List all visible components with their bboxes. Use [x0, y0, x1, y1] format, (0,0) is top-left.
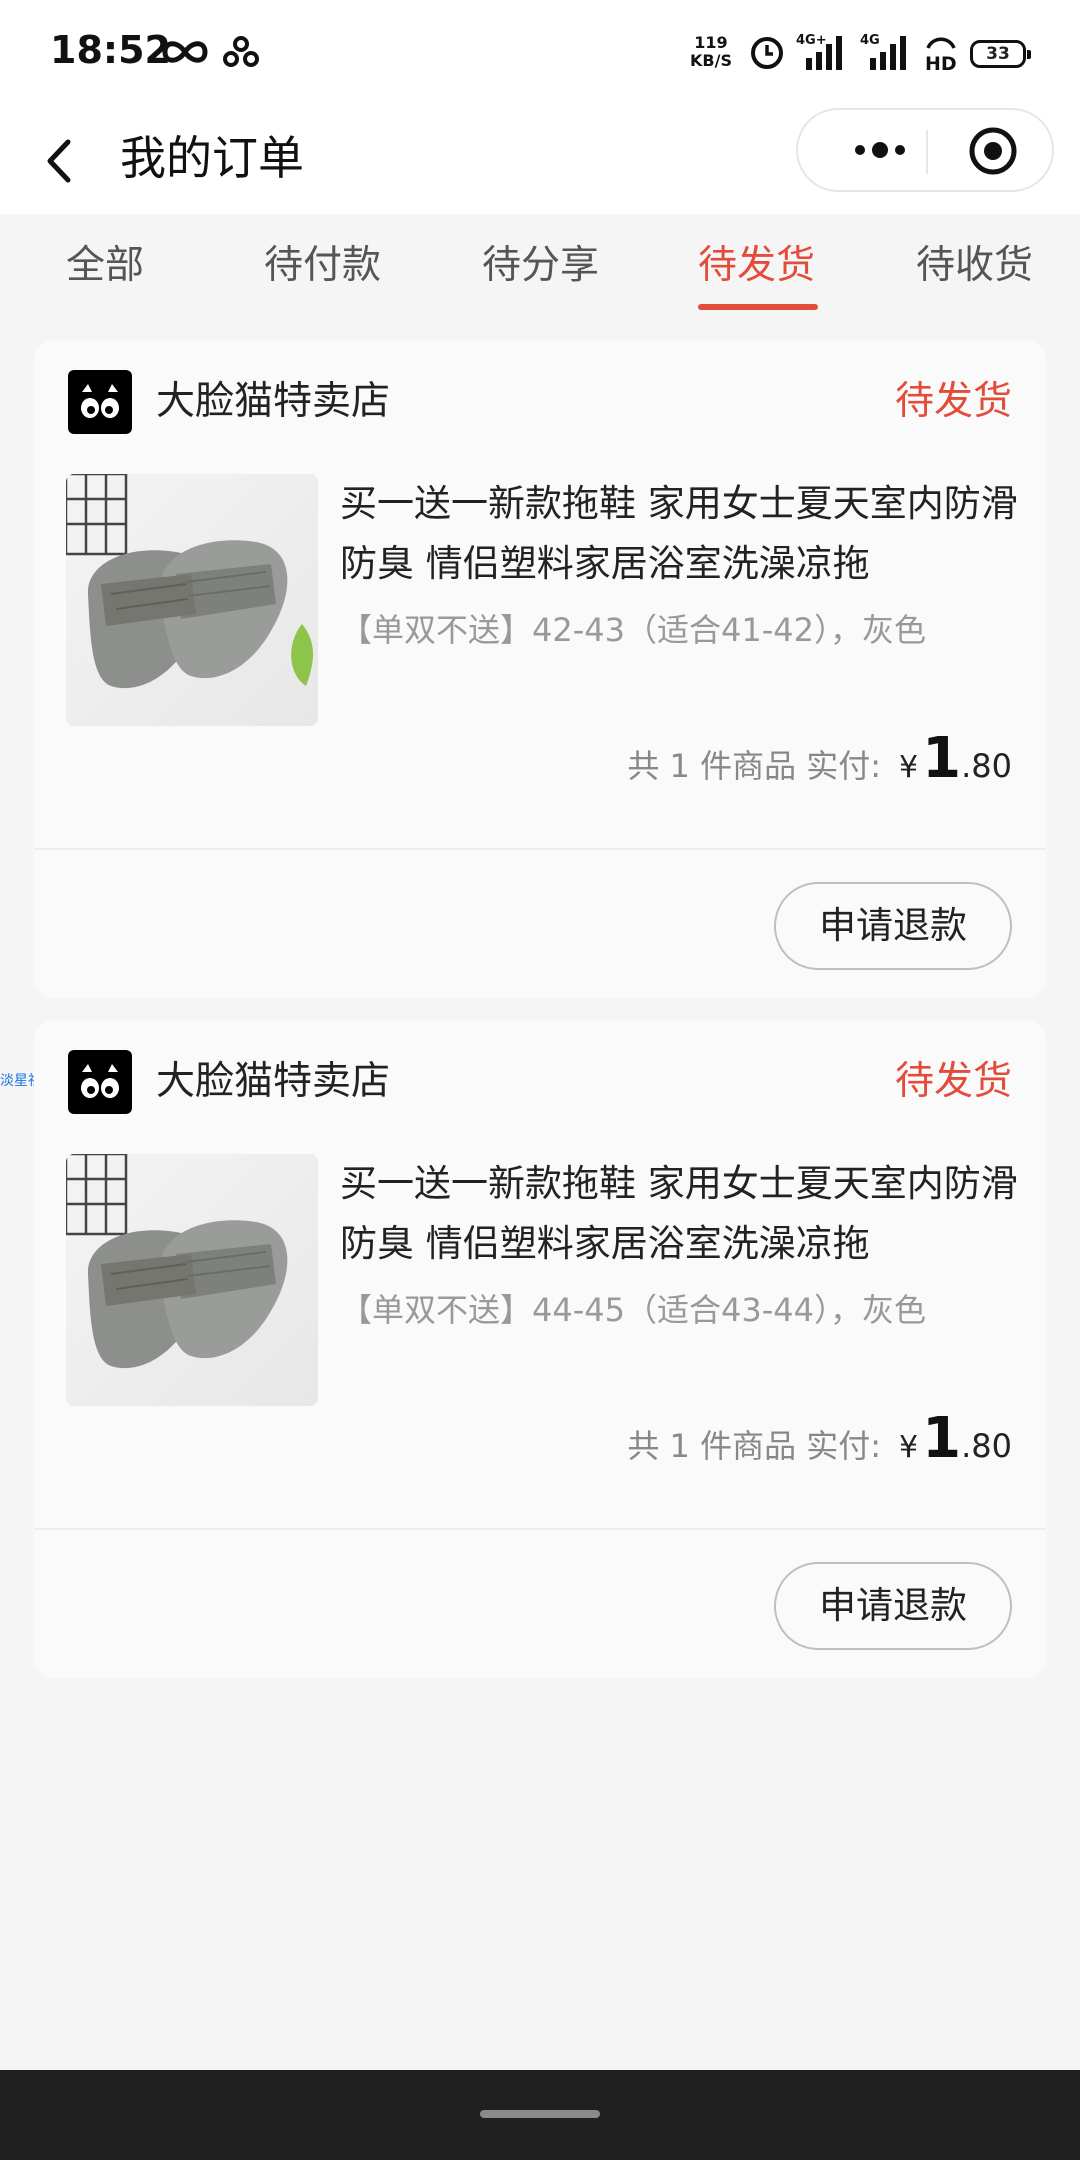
home-indicator[interactable]	[480, 2110, 600, 2118]
tab-pending-payment[interactable]: 待付款	[264, 240, 381, 292]
refund-button[interactable]: 申请退款	[774, 882, 1012, 970]
price-integer: 1	[922, 726, 962, 791]
more-button[interactable]	[838, 130, 918, 170]
infinity-icon	[160, 28, 210, 76]
status-time: 18:52	[50, 28, 171, 72]
item-count-text: 共 1 件商品 实付:	[627, 1427, 882, 1465]
link-icon	[222, 28, 260, 76]
currency-symbol: ¥	[899, 750, 919, 785]
tab-all[interactable]: 全部	[66, 240, 144, 292]
close-miniprogram-button[interactable]	[966, 124, 1020, 178]
tab-pending-share[interactable]: 待分享	[482, 240, 599, 292]
target-circle-icon	[969, 127, 1017, 175]
card-divider	[34, 1528, 1046, 1530]
price-decimal: .80	[961, 747, 1012, 785]
tab-pending-shipment[interactable]: 待发货	[698, 240, 815, 292]
nav-bar: 我的订单	[0, 108, 1080, 214]
system-nav-bar	[0, 2070, 1080, 2160]
signal-icon-2: 4G	[860, 28, 912, 76]
order-summary: 共 1 件商品 实付: ¥ 1 .80	[627, 1406, 1012, 1476]
currency-symbol: ¥	[899, 1430, 919, 1465]
more-dots-icon	[855, 142, 905, 158]
refund-button[interactable]: 申请退款	[774, 1562, 1012, 1650]
hd-icon: HD	[922, 28, 960, 76]
back-button[interactable]	[30, 126, 90, 196]
shop-logo	[68, 370, 132, 434]
capsule-menu	[796, 108, 1054, 192]
order-summary: 共 1 件商品 实付: ¥ 1 .80	[627, 726, 1012, 796]
product-spec: 【单双不送】42-43（适合41-42），灰色	[340, 611, 926, 649]
shop-name[interactable]: 大脸猫特卖店	[156, 1056, 390, 1108]
product-image[interactable]	[66, 1154, 318, 1406]
signal2-label: 4G	[860, 33, 880, 48]
shop-name[interactable]: 大脸猫特卖店	[156, 376, 390, 428]
signal-icon: 4G+	[796, 28, 848, 76]
order-card[interactable]: 大脸猫特卖店 待发货 买一送一新款拖鞋 家用女士夏天室内防滑防臭 情侣塑料家居浴…	[34, 1020, 1046, 1678]
price-decimal: .80	[961, 1427, 1012, 1465]
status-bar: 18:52 119 KB/S 4G+ 4G HD 33	[0, 0, 1080, 108]
order-card[interactable]: 大脸猫特卖店 待发货 买一送一新款拖鞋 家用女士夏天室内防滑防臭 情侣塑料家居浴…	[34, 340, 1046, 998]
order-status: 待发货	[894, 379, 1012, 424]
order-tabs: 全部 待付款 待分享 待发货 待收货	[0, 214, 1080, 324]
battery-icon: 33	[970, 40, 1031, 68]
tab-pending-receipt[interactable]: 待收货	[916, 240, 1033, 292]
card-divider	[34, 848, 1046, 850]
order-status: 待发货	[894, 1059, 1012, 1104]
item-count-text: 共 1 件商品 实付:	[627, 747, 882, 785]
active-tab-indicator	[698, 304, 818, 310]
chevron-left-icon	[47, 139, 71, 183]
capsule-divider	[926, 130, 928, 174]
product-spec: 【单双不送】44-45（适合43-44），灰色	[340, 1291, 926, 1329]
cat-face-logo	[81, 1064, 119, 1098]
page-title: 我的订单	[120, 131, 304, 185]
product-title[interactable]: 买一送一新款拖鞋 家用女士夏天室内防滑防臭 情侣塑料家居浴室洗澡凉拖	[340, 1154, 1020, 1274]
alarm-icon	[748, 28, 786, 76]
hd-label: HD	[925, 53, 957, 72]
product-image[interactable]	[66, 474, 318, 726]
shop-logo	[68, 1050, 132, 1114]
price-integer: 1	[922, 1406, 962, 1471]
net-speed: 119 KB/S	[690, 33, 732, 70]
product-title[interactable]: 买一送一新款拖鞋 家用女士夏天室内防滑防臭 情侣塑料家居浴室洗澡凉拖	[340, 474, 1020, 594]
cat-face-logo	[81, 384, 119, 418]
signal1-label: 4G+	[796, 33, 827, 48]
